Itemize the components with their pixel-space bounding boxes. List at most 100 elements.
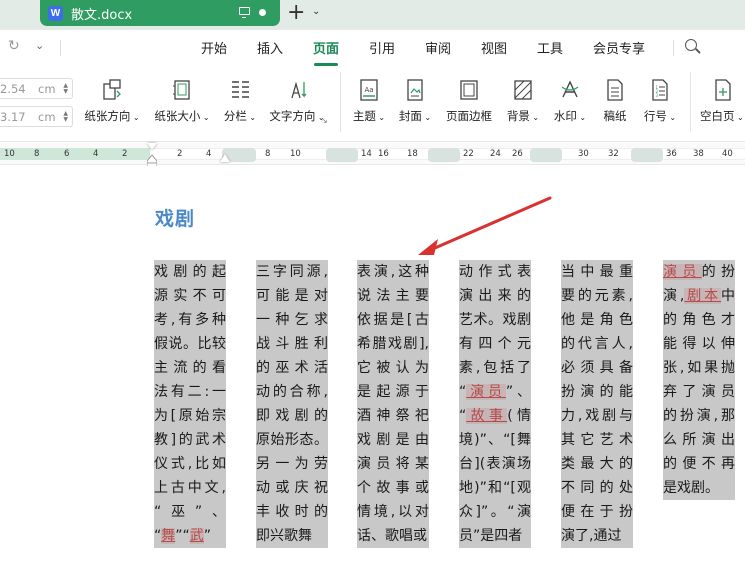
- ruler-margin-left: [0, 148, 150, 160]
- manuscript-button[interactable]: 稿纸: [598, 78, 632, 124]
- column-text-line: 另一为劳: [256, 452, 328, 476]
- column-text-line: 它被认为: [357, 356, 429, 380]
- line-number-button[interactable]: 123 行号 ⌄: [640, 78, 680, 124]
- first-line-indent-marker[interactable]: [147, 143, 157, 150]
- column-text-line: 有四个元: [459, 332, 531, 356]
- column-text-line: 要的元素,: [561, 284, 633, 308]
- ruler-label: 14: [361, 149, 372, 159]
- cover-button[interactable]: 封面 ⌄: [396, 78, 434, 124]
- blank-page-icon: [712, 78, 734, 102]
- ruler-column-gap[interactable]: [631, 148, 663, 162]
- hyperlink[interactable]: 演员: [663, 264, 702, 280]
- column-text-line: 源实不可: [154, 284, 226, 308]
- tab-list-chevron-icon[interactable]: ⌄: [312, 6, 320, 17]
- column-text-line: “演员”、: [459, 380, 531, 404]
- hyperlink[interactable]: 演员: [466, 384, 506, 400]
- document-canvas[interactable]: 戏剧 戏剧的起 源实不可 考,有多种 假说。比较 主流的看 法有二:一 为[原始宗 教]的武术…: [0, 166, 745, 561]
- horizontal-ruler[interactable]: 10 8 6 4 2 2 4 8 10 14 16 18 22 24 26 30…: [0, 143, 745, 165]
- watermark-label: 水印 ⌄: [553, 109, 587, 123]
- background-button[interactable]: 背景 ⌄: [503, 78, 543, 124]
- column-text-line: 当中最重: [561, 260, 633, 284]
- new-tab-plus-icon[interactable]: +: [287, 1, 305, 25]
- word-logo-icon: W: [48, 5, 63, 21]
- hyperlink[interactable]: 舞: [161, 528, 176, 544]
- column-text-line: 演员的扮: [663, 260, 735, 284]
- menu-references[interactable]: 引用: [369, 38, 395, 57]
- ruler-label: 40: [722, 149, 733, 159]
- ruler-label: 26: [512, 149, 523, 159]
- hyperlink[interactable]: 故事: [466, 408, 508, 424]
- column-text-line: 考,有多种: [154, 308, 226, 332]
- menu-insert[interactable]: 插入: [257, 38, 283, 57]
- ruler-label: 30: [578, 149, 589, 159]
- page-orientation-button[interactable]: 纸张方向 ⌄: [82, 78, 142, 124]
- margin-top-field[interactable]: 2.54 cm ▲ ▼: [0, 78, 73, 99]
- spinner-icon[interactable]: ▲ ▼: [63, 111, 68, 123]
- menu-review[interactable]: 审阅: [425, 38, 451, 57]
- column-text-line: 戏剧的起: [154, 260, 226, 284]
- column-text-line: 素,包括了: [459, 356, 531, 380]
- watermark-button[interactable]: 水印 ⌄: [550, 78, 590, 124]
- document-tab[interactable]: W 散文.docx: [40, 0, 280, 26]
- theme-button[interactable]: Aa 主题 ⌄: [350, 78, 388, 124]
- spinner-icon[interactable]: ▲ ▼: [63, 83, 68, 95]
- column-text-line: 为[原始宗: [154, 404, 226, 428]
- chevron-down-icon[interactable]: ⌄: [35, 39, 44, 52]
- column-text-line: 必须具备: [561, 356, 633, 380]
- ruler-label: 32: [608, 149, 619, 159]
- column-text-line: 情境,以对: [357, 500, 429, 524]
- menu-divider: [60, 40, 61, 56]
- column-text-line: 的巫术活: [256, 356, 328, 380]
- hyperlink[interactable]: 武: [189, 528, 204, 544]
- line-number-icon: 123: [649, 78, 671, 102]
- text-direction-label: 文字方向 ⌄: [269, 109, 325, 123]
- column-text-line: 演了,通过: [561, 524, 633, 548]
- menu-page-layout[interactable]: 页面: [313, 38, 339, 57]
- svg-text:Aa: Aa: [364, 86, 373, 94]
- blank-page-label: 空白页 ⌄: [700, 109, 744, 123]
- ruler-column-gap[interactable]: [428, 148, 460, 162]
- page-size-button[interactable]: 纸张大小 ⌄: [151, 78, 213, 124]
- ruler-label: 36: [666, 149, 677, 159]
- column-text-line: 的扮演,那: [663, 404, 735, 428]
- column-text-line: 即兴歌舞: [256, 524, 328, 548]
- page-orientation-label: 纸张方向 ⌄: [84, 109, 140, 123]
- unsaved-dot-icon[interactable]: [259, 9, 266, 16]
- column-text-line: 说法主要: [357, 284, 429, 308]
- annotation-arrow-icon: [418, 196, 552, 255]
- column-text-line: 个故事或: [357, 476, 429, 500]
- columns-icon: [229, 78, 251, 102]
- hyperlink[interactable]: 剧本: [684, 288, 722, 304]
- text-direction-icon: [286, 78, 308, 102]
- ruler-column-gap[interactable]: [326, 148, 358, 162]
- ruler-column-gap[interactable]: [530, 148, 562, 162]
- column-text-line: 能得以伸: [663, 332, 735, 356]
- column-text-line: 主流的看: [154, 356, 226, 380]
- column-text-line: 是起源于: [357, 380, 429, 404]
- dialog-launcher-icon[interactable]: ↘: [321, 116, 328, 125]
- ruler-label: 6: [64, 149, 70, 159]
- manuscript-label: 稿纸: [603, 109, 627, 123]
- monitor-icon[interactable]: [239, 7, 250, 18]
- columns-button[interactable]: 分栏 ⌄: [222, 78, 258, 124]
- menu-view[interactable]: 视图: [481, 38, 507, 57]
- margin-unit: cm: [38, 110, 56, 124]
- menu-home[interactable]: 开始: [201, 38, 227, 57]
- background-label: 背景 ⌄: [506, 109, 540, 123]
- column-text-line: “巫”、: [154, 500, 226, 524]
- ruler-label: 2: [177, 149, 183, 159]
- menu-member[interactable]: 会员专享: [593, 38, 645, 57]
- search-icon[interactable]: [685, 39, 697, 51]
- ruler-label: 8: [34, 149, 40, 159]
- text-direction-button[interactable]: 文字方向 ⌄: [267, 78, 327, 124]
- column-text-line: 演,剧本中: [663, 284, 735, 308]
- blank-page-button[interactable]: 空白页 ⌄: [700, 78, 745, 124]
- menu-tools[interactable]: 工具: [537, 38, 563, 57]
- margin-bottom-field[interactable]: 3.17 cm ▲ ▼: [0, 106, 73, 127]
- ruler-label: 10: [4, 149, 15, 159]
- redo-icon[interactable]: ↻: [8, 38, 20, 54]
- column-marker[interactable]: [220, 154, 230, 162]
- page-border-button[interactable]: 页面边框: [443, 78, 495, 124]
- column-text-line: 的代言人,: [561, 332, 633, 356]
- ribbon-toolbar: 2.54 cm ▲ ▼ 3.17 cm ▲ ▼ 纸张方向 ⌄ 纸张大小 ⌄ 分栏 ⌄…: [0, 66, 745, 142]
